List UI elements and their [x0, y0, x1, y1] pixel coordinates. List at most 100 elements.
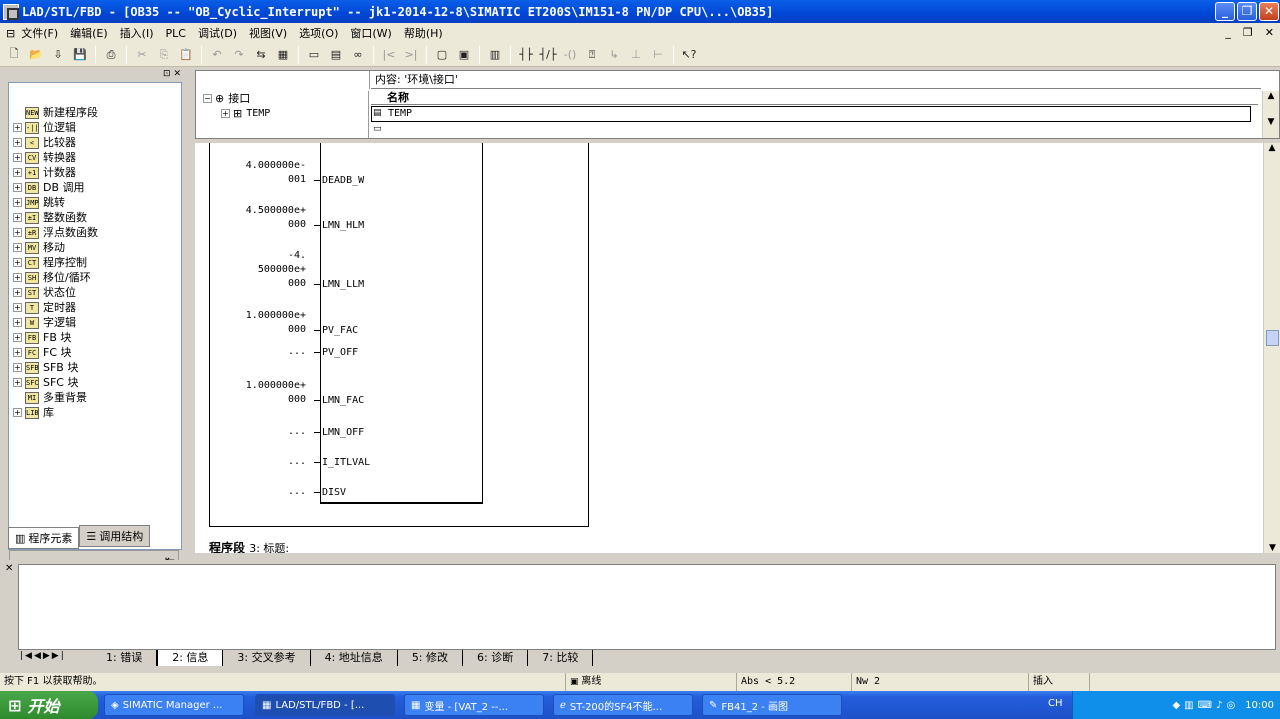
branch-open-icon[interactable]: ↳: [604, 45, 624, 65]
scroll-down-icon[interactable]: ▼: [1264, 543, 1280, 553]
menu-help[interactable]: 帮助(H): [398, 25, 449, 41]
tab-call-structure[interactable]: ☰ 调用结构: [79, 525, 151, 547]
download-icon[interactable]: ⇩: [48, 45, 68, 65]
expand-icon[interactable]: +: [13, 123, 22, 132]
column-header-name[interactable]: 名称: [371, 90, 1258, 105]
contact-nc-icon[interactable]: ┤/├: [538, 45, 558, 65]
pin-value[interactable]: 4.000000e- 001: [210, 159, 306, 187]
taskbar-lad-editor[interactable]: ▦ LAD/STL/FBD - [...: [255, 694, 395, 716]
menu-plc[interactable]: PLC: [160, 27, 192, 40]
expand-icon[interactable]: +: [13, 243, 22, 252]
panel-close-icon[interactable]: ⊡ ✕: [163, 69, 181, 79]
expand-icon[interactable]: +: [13, 138, 22, 147]
interface-root[interactable]: 接口: [228, 90, 250, 106]
close-button[interactable]: ✕: [1259, 2, 1279, 21]
menu-window[interactable]: 窗口(W): [344, 25, 397, 41]
insert-network-icon[interactable]: ▭: [304, 45, 324, 65]
taskbar-simatic-manager[interactable]: ◈ SIMATIC Manager ...: [104, 694, 244, 716]
tree-item[interactable]: + +1 计数器: [13, 165, 98, 180]
menu-options[interactable]: 选项(O): [293, 25, 344, 41]
tree-item[interactable]: + < 比较器: [13, 135, 98, 150]
goto-icon[interactable]: ⇆: [251, 45, 271, 65]
expand-icon[interactable]: +: [13, 153, 22, 162]
tray-ime-icon[interactable]: ⌨: [1198, 700, 1212, 711]
scroll-thumb[interactable]: [1266, 330, 1279, 346]
tree-item[interactable]: + JMP 跳转: [13, 195, 98, 210]
pin-value[interactable]: 1.000000e+ 000: [210, 379, 306, 407]
pin-value[interactable]: ...: [210, 485, 306, 499]
monitor-icon[interactable]: ▦: [273, 45, 293, 65]
expand-icon[interactable]: +: [13, 183, 22, 192]
details-tab[interactable]: 4: 地址信息: [311, 650, 398, 666]
details-close-icon[interactable]: ✕: [5, 563, 13, 574]
mdi-close-button[interactable]: ✕: [1265, 26, 1274, 39]
expand-icon[interactable]: +: [13, 408, 22, 417]
details-tab[interactable]: 2: 信息: [157, 650, 224, 666]
collapse-icon[interactable]: −: [203, 93, 212, 103]
undo-icon[interactable]: ↶: [207, 45, 227, 65]
tree-item[interactable]: + CV 转换器: [13, 150, 98, 165]
tree-item[interactable]: + FC FC 块: [13, 345, 98, 360]
menu-view[interactable]: 视图(V): [243, 25, 293, 41]
expand-icon[interactable]: +: [13, 198, 22, 207]
cut-icon[interactable]: ✂: [132, 45, 152, 65]
redo-icon[interactable]: ↷: [229, 45, 249, 65]
details-tab[interactable]: 7: 比较: [528, 650, 594, 666]
help-icon[interactable]: ↖?: [679, 45, 699, 65]
pin-value[interactable]: -4. 500000e+ 000: [210, 249, 306, 291]
print-icon[interactable]: ⎙: [101, 45, 121, 65]
tree-item[interactable]: MI 多重背景: [13, 390, 98, 405]
details-tab[interactable]: 6: 诊断: [463, 650, 529, 666]
expand-icon[interactable]: +: [13, 273, 22, 282]
taskbar-vat[interactable]: ▦ 变量 - [VAT_2 --...: [404, 694, 544, 716]
tree-item[interactable]: + T 定时器: [13, 300, 98, 315]
table-row[interactable]: TEMP: [371, 106, 1251, 122]
tree-item[interactable]: + DB DB 调用: [13, 180, 98, 195]
pin-value[interactable]: ...: [210, 455, 306, 469]
overview-icon[interactable]: ▤: [326, 45, 346, 65]
tab-nav-icons[interactable]: |◀◀▶▶|: [20, 651, 66, 661]
minimize-button[interactable]: _: [1215, 2, 1235, 21]
coil-icon[interactable]: -(): [560, 45, 580, 65]
branch-close-icon[interactable]: ⊥: [626, 45, 646, 65]
expand-icon[interactable]: +: [13, 378, 22, 387]
copy-icon[interactable]: ⎘: [154, 45, 174, 65]
tree-item[interactable]: + SFB SFB 块: [13, 360, 98, 375]
tree-item[interactable]: + ST 状态位: [13, 285, 98, 300]
taskbar-paint[interactable]: ✎ FB41_2 - 画图: [702, 694, 842, 716]
expand-icon[interactable]: +: [13, 213, 22, 222]
interface-temp[interactable]: TEMP: [246, 108, 270, 119]
details-tab[interactable]: 5: 修改: [398, 650, 464, 666]
scroll-up-icon[interactable]: ▲: [1264, 143, 1280, 153]
expand-icon[interactable]: +: [13, 303, 22, 312]
menu-insert[interactable]: 插入(I): [114, 25, 160, 41]
pin-value[interactable]: 1.000000e+ 000: [210, 309, 306, 337]
glasses-icon[interactable]: ∞: [348, 45, 368, 65]
menu-edit[interactable]: 编辑(E): [64, 25, 114, 41]
tree-item[interactable]: + CT 程序控制: [13, 255, 98, 270]
expand-icon[interactable]: +: [13, 363, 22, 372]
expand-icon[interactable]: +: [13, 228, 22, 237]
tray-network-icon[interactable]: ▥: [1184, 700, 1193, 711]
tray-shield-icon[interactable]: ◆: [1172, 700, 1180, 711]
mdi-restore-button[interactable]: ❐: [1243, 26, 1253, 39]
expand-icon[interactable]: +: [13, 258, 22, 267]
contact-no-icon[interactable]: ┤├: [516, 45, 536, 65]
network-icon[interactable]: ▥: [485, 45, 505, 65]
bookmark-prev-icon[interactable]: |<: [379, 45, 399, 65]
paste-icon[interactable]: 📋: [176, 45, 196, 65]
menu-debug[interactable]: 调试(D): [192, 25, 243, 41]
expand-icon[interactable]: +: [13, 348, 22, 357]
tree-item[interactable]: + W 字逻辑: [13, 315, 98, 330]
bookmark-next-icon[interactable]: >|: [401, 45, 421, 65]
menu-file[interactable]: 文件(F): [15, 25, 64, 41]
tree-item[interactable]: + FB FB 块: [13, 330, 98, 345]
expand-icon[interactable]: +: [13, 333, 22, 342]
new-icon[interactable]: 🗋: [4, 45, 24, 65]
program-elements-icon[interactable]: ▢: [432, 45, 452, 65]
expand-icon[interactable]: +: [13, 288, 22, 297]
taskbar-browser[interactable]: ℯ ST-200的SF4不能...: [553, 694, 693, 716]
expand-icon[interactable]: +: [13, 318, 22, 327]
branch-icon[interactable]: ⊢: [648, 45, 668, 65]
open-icon[interactable]: 📂: [26, 45, 46, 65]
